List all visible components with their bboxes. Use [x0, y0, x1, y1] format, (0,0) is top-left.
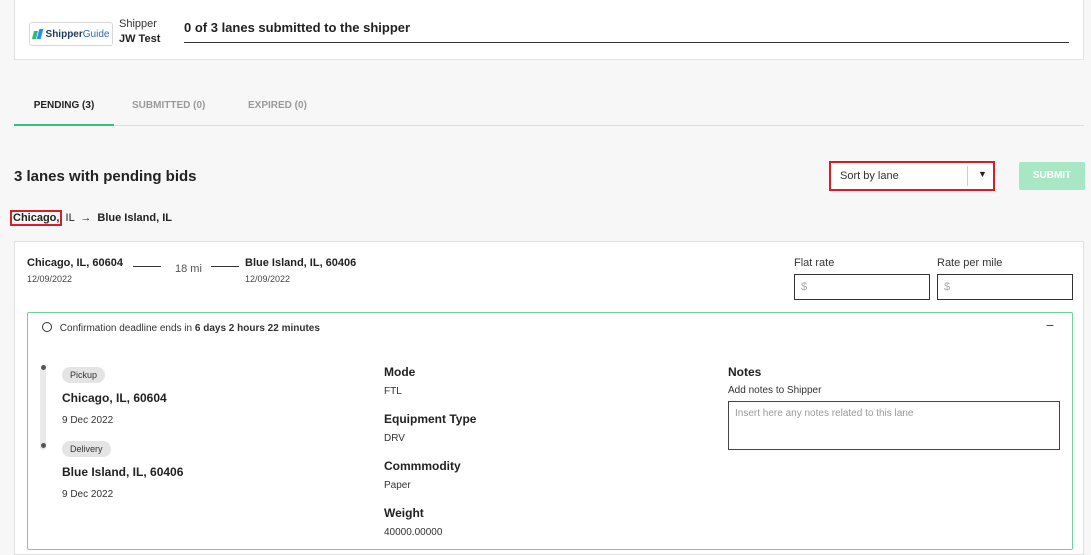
route-origin-state: IL — [62, 212, 75, 224]
lane-route-heading: Chicago, IL → Blue Island, IL — [10, 210, 172, 226]
distance-divider-right — [211, 266, 239, 267]
chevron-down-icon[interactable]: ▼ — [978, 169, 987, 179]
lane-destination-date: 12/09/2022 — [245, 274, 291, 284]
delivery-dot — [41, 443, 46, 448]
lane-distance: 18 mi — [175, 263, 202, 275]
shipperguide-logo: Shipper Guide — [29, 22, 113, 46]
delivery-date: 9 Dec 2022 — [62, 489, 114, 500]
clock-icon — [42, 322, 52, 332]
delivery-city: Blue Island, IL, 60406 — [62, 465, 184, 479]
flat-rate-input[interactable]: $ — [794, 274, 930, 300]
delivery-badge: Delivery — [62, 441, 111, 457]
lane-card: Chicago, IL, 60604 12/09/2022 18 mi Blue… — [14, 241, 1084, 555]
confirmation-panel: Confirmation deadline ends in 6 days 2 h… — [27, 312, 1073, 550]
rate-per-mile-input[interactable]: $ — [937, 274, 1073, 300]
deadline-prefix: Confirmation deadline ends in — [59, 323, 193, 334]
logo-text-light: Guide — [82, 28, 110, 40]
select-divider — [967, 166, 968, 186]
submission-progress-bar — [184, 42, 1069, 43]
submit-button[interactable]: SUBMIT — [1019, 162, 1085, 190]
shipper-header: Shipper Guide Shipper JW Test 0 of 3 lane… — [14, 0, 1084, 60]
sort-select-value: Sort by lane — [840, 170, 899, 182]
notes-textarea[interactable]: Insert here any notes related to this la… — [728, 401, 1060, 450]
lane-destination: Blue Island, IL, 60406 — [245, 257, 357, 269]
tab-submitted[interactable]: SUBMITTED (0) — [132, 96, 205, 124]
pickup-date: 9 Dec 2022 — [62, 415, 114, 426]
notes-subtitle: Add notes to Shipper — [728, 385, 822, 396]
pickup-badge: Pickup — [62, 367, 106, 383]
arrow-right-icon: → — [80, 212, 92, 224]
pickup-city: Chicago, IL, 60604 — [62, 391, 167, 405]
stop-timeline — [40, 368, 46, 450]
rate-per-mile-label: Rate per mile — [937, 257, 1003, 269]
pending-lanes-title: 3 lanes with pending bids — [14, 168, 197, 185]
tab-pending[interactable]: PENDING (3) — [14, 96, 114, 126]
confirmation-deadline: Confirmation deadline ends in 6 days 2 h… — [42, 321, 320, 334]
commodity-value: Paper — [384, 480, 411, 491]
logo-text-bold: Shipper — [45, 28, 83, 40]
collapse-icon[interactable]: − — [1046, 317, 1054, 333]
pickup-dot — [41, 365, 46, 370]
route-origin-city: Chicago, — [10, 210, 63, 226]
mode-label: Mode — [384, 365, 416, 379]
shipperguide-logo-icon — [33, 29, 43, 39]
weight-value: 40000.00000 — [384, 527, 443, 538]
sort-select[interactable]: Sort by lane ▼ — [829, 161, 995, 191]
status-tabs: PENDING (3) SUBMITTED (0) EXPIRED (0) — [14, 96, 1084, 126]
notes-title: Notes — [728, 365, 762, 379]
shipper-name: JW Test — [119, 33, 161, 45]
tab-expired[interactable]: EXPIRED (0) — [248, 96, 307, 124]
shipper-label: Shipper — [119, 18, 157, 30]
equipment-type-value: DRV — [384, 433, 405, 444]
equipment-type-label: Equipment Type — [384, 412, 477, 426]
lane-origin: Chicago, IL, 60604 — [27, 257, 123, 269]
flat-rate-label: Flat rate — [794, 257, 835, 269]
distance-divider-left — [133, 266, 161, 267]
lane-origin-date: 12/09/2022 — [27, 274, 73, 284]
deadline-value: 6 days 2 hours 22 minutes — [194, 323, 320, 334]
weight-label: Weight — [384, 506, 424, 520]
submission-progress-text: 0 of 3 lanes submitted to the shipper — [184, 20, 411, 35]
route-destination: Blue Island, IL — [97, 212, 172, 224]
mode-value: FTL — [384, 386, 402, 397]
commodity-label: Commmodity — [384, 459, 461, 473]
